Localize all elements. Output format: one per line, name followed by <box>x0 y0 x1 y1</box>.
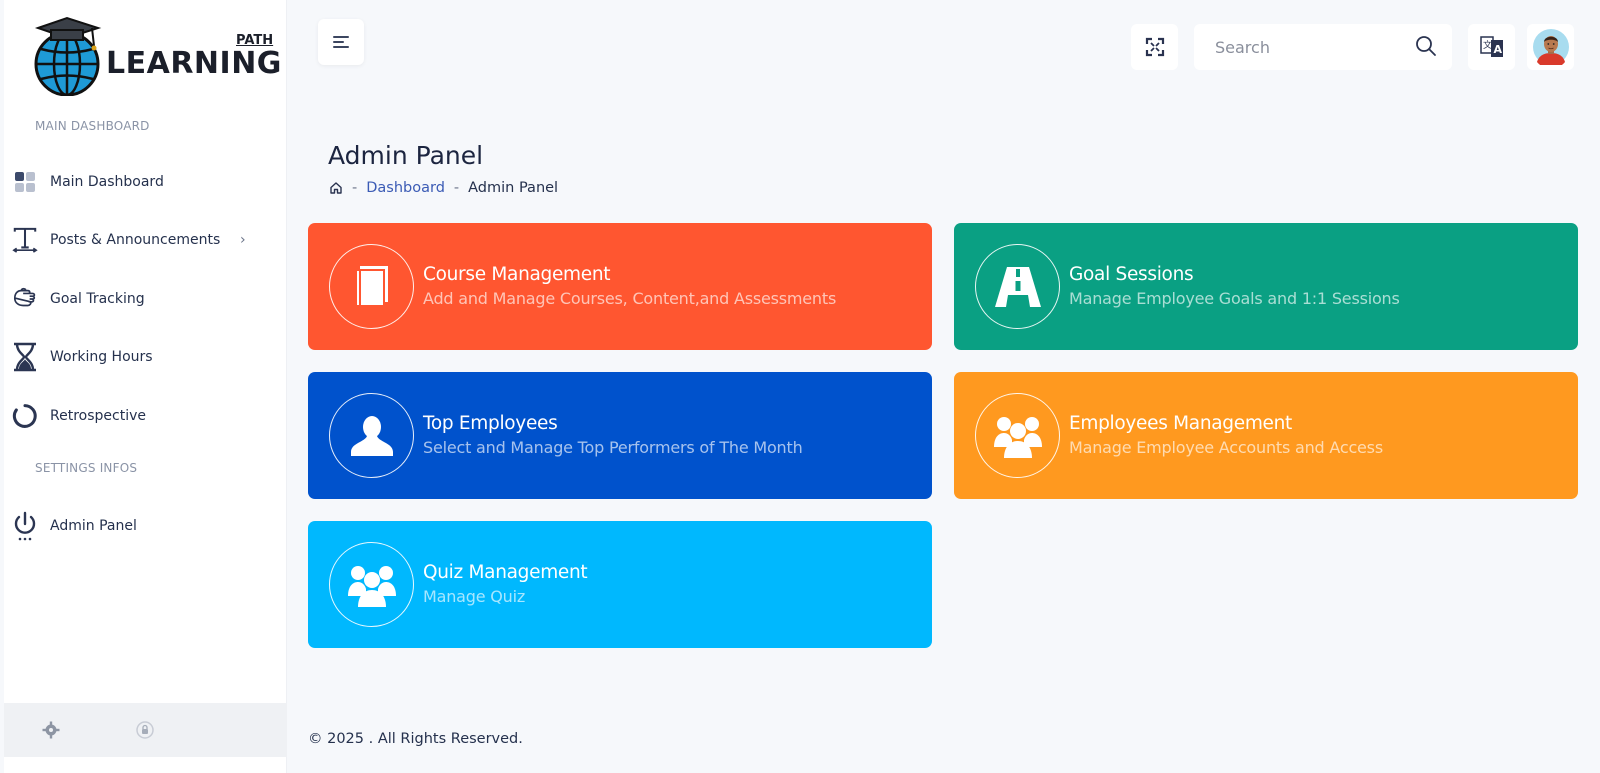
users-group-icon <box>993 416 1042 458</box>
spinner-icon <box>12 403 38 429</box>
card-top-employees[interactable]: Top Employees Select and Manage Top Perf… <box>308 372 932 499</box>
sidebar-item-posts-announcements[interactable]: Posts & Announcements › <box>4 216 287 264</box>
sidebar-item-label: Retrospective <box>50 408 146 424</box>
breadcrumb-separator: - <box>453 180 460 196</box>
search-input[interactable] <box>1215 37 1405 57</box>
hand-icon <box>12 286 38 312</box>
sidebar-item-label: Main Dashboard <box>50 174 164 190</box>
breadcrumb-current: Admin Panel <box>468 180 559 196</box>
menu-section-main: MAIN DASHBOARD <box>35 119 150 133</box>
brand-logo[interactable]: PATH LEARNING <box>34 16 281 100</box>
road-icon <box>994 266 1041 307</box>
language-button[interactable]: 文A <box>1468 24 1515 70</box>
book-icon <box>354 265 388 307</box>
sidebar-item-label: Goal Tracking <box>50 291 145 307</box>
menu-toggle-button[interactable] <box>318 19 364 65</box>
card-course-management[interactable]: Course Management Add and Manage Courses… <box>308 223 932 350</box>
search-box <box>1194 24 1452 70</box>
user-avatar-button[interactable] <box>1527 24 1574 70</box>
dashboard-grid-icon <box>12 169 38 195</box>
lock-icon[interactable] <box>134 719 156 741</box>
search-icon[interactable] <box>1414 34 1438 58</box>
chevron-right-icon: › <box>240 232 246 248</box>
home-icon[interactable] <box>329 181 343 195</box>
card-subtitle: Manage Quiz <box>423 587 526 606</box>
card-subtitle: Select and Manage Top Performers of The … <box>423 438 803 457</box>
breadcrumb-dashboard-link[interactable]: Dashboard <box>366 180 445 196</box>
hourglass-icon <box>12 342 38 372</box>
sidebar: PATH LEARNING MAIN DASHBOARD Main Dashbo… <box>4 0 287 773</box>
fullscreen-button[interactable] <box>1131 24 1178 70</box>
translate-icon: 文A <box>1479 36 1503 57</box>
card-icon-circle <box>975 393 1060 478</box>
sidebar-item-main-dashboard[interactable]: Main Dashboard <box>4 158 287 206</box>
sidebar-item-admin-panel[interactable]: Admin Panel <box>4 502 287 550</box>
card-employees-management[interactable]: Employees Management Manage Employee Acc… <box>954 372 1578 499</box>
card-subtitle: Manage Employee Goals and 1:1 Sessions <box>1069 289 1400 308</box>
user-icon <box>350 415 393 456</box>
card-title: Quiz Management <box>423 562 588 583</box>
card-title: Employees Management <box>1069 413 1293 434</box>
power-icon <box>12 511 38 541</box>
svg-text:文: 文 <box>1483 39 1492 51</box>
card-subtitle: Add and Manage Courses, Content,and Asse… <box>423 289 837 308</box>
text-type-icon <box>12 227 38 253</box>
card-goal-sessions[interactable]: Goal Sessions Manage Employee Goals and … <box>954 223 1578 350</box>
page-title: Admin Panel <box>328 141 484 170</box>
card-icon-circle <box>975 244 1060 329</box>
sidebar-item-label: Posts & Announcements <box>50 232 221 248</box>
menu-section-settings: SETTINGS INFOS <box>35 461 138 475</box>
sidebar-item-label: Working Hours <box>50 349 153 365</box>
logo-wordmark: LEARNING <box>106 46 282 81</box>
card-title: Goal Sessions <box>1069 264 1194 285</box>
sidebar-item-working-hours[interactable]: Working Hours <box>4 333 287 381</box>
card-title: Top Employees <box>423 413 558 434</box>
avatar <box>1532 29 1569 65</box>
copyright-text: © 2025 . All Rights Reserved. <box>308 731 523 747</box>
svg-text:A: A <box>1493 43 1502 56</box>
fullscreen-icon <box>1145 37 1164 57</box>
sidebar-item-retrospective[interactable]: Retrospective <box>4 392 287 440</box>
gear-icon[interactable] <box>40 719 62 741</box>
card-icon-circle <box>329 244 414 329</box>
sidebar-item-goal-tracking[interactable]: Goal Tracking <box>4 275 287 323</box>
card-title: Course Management <box>423 264 611 285</box>
sidebar-item-label: Admin Panel <box>50 518 137 534</box>
breadcrumb-separator: - <box>352 180 358 196</box>
hamburger-icon <box>333 36 349 48</box>
card-icon-circle <box>329 393 414 478</box>
card-quiz-management[interactable]: Quiz Management Manage Quiz <box>308 521 932 648</box>
card-subtitle: Manage Employee Accounts and Access <box>1069 438 1383 457</box>
breadcrumb: - Dashboard - Admin Panel <box>329 180 558 196</box>
users-group-icon <box>347 565 396 607</box>
sidebar-footer <box>4 703 287 757</box>
card-icon-circle <box>329 542 414 627</box>
globe-graduation-icon <box>34 16 102 96</box>
